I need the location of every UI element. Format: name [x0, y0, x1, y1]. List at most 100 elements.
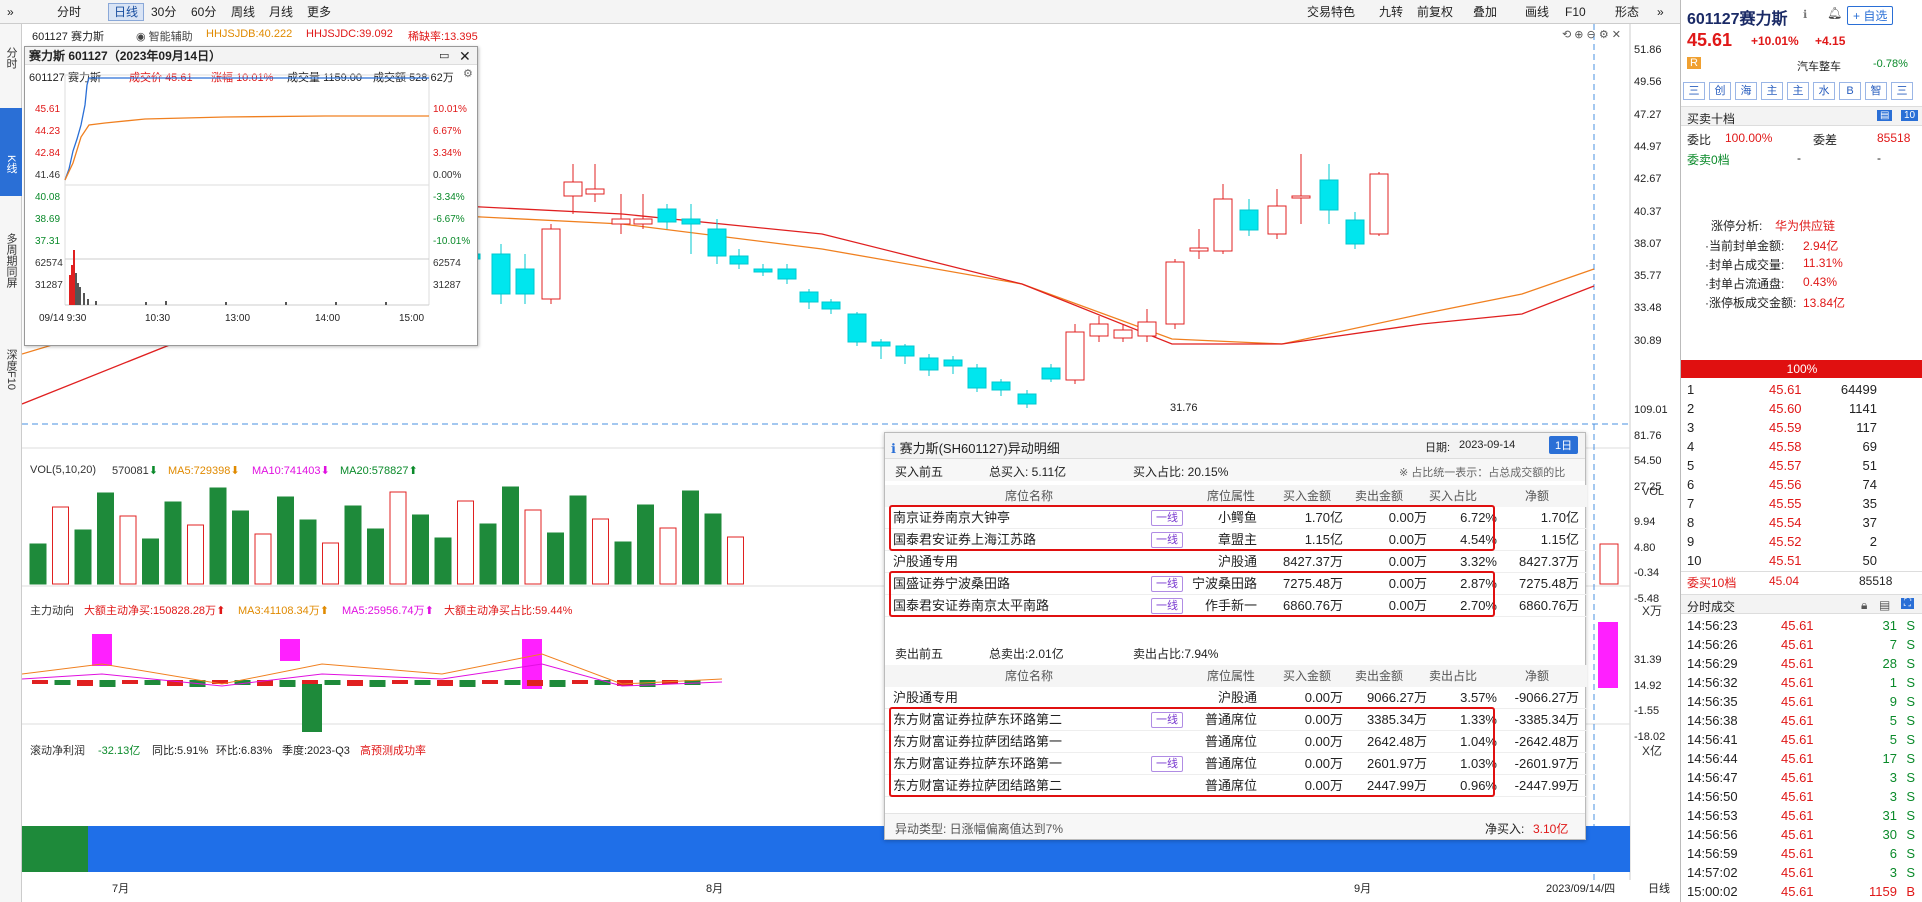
- highlight-box: [889, 571, 1495, 617]
- unusual-activity-popup: ℹ 赛力斯(SH601127)异动明细 日期: 2023-09-14 1日 买入…: [884, 432, 1587, 840]
- period-tab-30min[interactable]: 30分: [146, 3, 181, 21]
- period-tab-month[interactable]: 月线: [264, 3, 298, 21]
- intraday-right-axis-tick: 3.34%: [433, 148, 462, 159]
- period-tab-week[interactable]: 周线: [226, 3, 260, 21]
- chart-tool-icons[interactable]: ⟲ ⊕ ⊖ ⚙ ✕: [1562, 28, 1621, 41]
- tick-price: 45.61: [1781, 789, 1814, 804]
- bid-row[interactable]: 3 45.59 117: [1681, 418, 1922, 437]
- bid-row[interactable]: 4 45.58 69: [1681, 437, 1922, 456]
- bottom-day-tab[interactable]: 日线: [1648, 880, 1670, 896]
- side-tab-fenshi[interactable]: 分时: [0, 38, 22, 78]
- tick-row: 14:56:29 45.61 28 S: [1681, 654, 1922, 673]
- bid-price: 45.58: [1769, 439, 1802, 454]
- bid-qty: 69: [1862, 439, 1877, 454]
- volume-bar: [502, 486, 519, 585]
- adjust-dropdown[interactable]: 前复权: [1412, 3, 1458, 21]
- volume-bar: [434, 537, 452, 585]
- overlay-dropdown[interactable]: 叠加: [1468, 3, 1502, 21]
- bid-row[interactable]: 10 45.51 50: [1681, 551, 1922, 570]
- intraday-volume-bar: [225, 302, 227, 305]
- profit-prediction: 高预测成功率: [360, 745, 426, 757]
- minimize-icon[interactable]: ▭: [439, 49, 449, 62]
- book-list-icon[interactable]: ▤: [1877, 110, 1893, 121]
- column-header: 净额: [1525, 489, 1550, 503]
- change-abs: +4.15: [1815, 34, 1846, 48]
- sub-axis-tick: 31.39: [1634, 654, 1662, 666]
- popup-day-button[interactable]: 1日: [1549, 436, 1579, 454]
- flow-ma3: MA3:41108.34万⬆: [238, 605, 329, 617]
- info-icon[interactable]: ℹ: [1803, 8, 1807, 21]
- candle: [1291, 154, 1311, 224]
- bid-row[interactable]: 2 45.60 1141: [1681, 399, 1922, 418]
- lock-icon[interactable]: 🔒︎: [1861, 598, 1867, 613]
- bid-row[interactable]: 7 45.55 35: [1681, 494, 1922, 513]
- f10-dropdown[interactable]: F10: [1560, 3, 1591, 21]
- intraday-time-tick: 09/14 9:30: [39, 313, 87, 324]
- sub-axis-tick: 109.01: [1634, 404, 1668, 416]
- vol-ma20: MA20:578827⬆: [340, 465, 418, 477]
- collapse-icon[interactable]: »: [2, 3, 19, 21]
- volume-bar: [29, 543, 47, 585]
- tick-expand-icon[interactable]: ⛶: [1901, 598, 1914, 609]
- profit-quarter: 季度:2023-Q3: [282, 745, 350, 757]
- quote-tab[interactable]: 海: [1735, 82, 1757, 100]
- tick-row: 14:56:47 45.61 3 S: [1681, 768, 1922, 787]
- bid-row[interactable]: 5 45.57 51: [1681, 456, 1922, 475]
- sub-axis-tick: -0.34: [1634, 567, 1660, 579]
- period-tab-day[interactable]: 日线: [108, 3, 145, 21]
- draw-line-button[interactable]: 画线: [1520, 3, 1554, 21]
- close-icon[interactable]: ✕: [459, 48, 471, 65]
- expand-icon[interactable]: »: [1652, 3, 1669, 21]
- bid-row[interactable]: 9 45.52 2: [1681, 532, 1922, 551]
- quote-tab[interactable]: 智: [1865, 82, 1887, 100]
- quote-tab[interactable]: 三: [1891, 82, 1913, 100]
- side-tab-depth-f10[interactable]: 深度F10: [0, 324, 22, 414]
- quote-tab[interactable]: 创: [1709, 82, 1731, 100]
- period-tab-more[interactable]: 更多: [302, 3, 336, 21]
- limit-analysis-value[interactable]: 华为供应链: [1775, 217, 1835, 234]
- intraday-right-axis-tick: 0.00%: [433, 170, 462, 181]
- bid-row[interactable]: 1 45.61 64499: [1681, 380, 1922, 399]
- book-ten-toggle[interactable]: 10: [1901, 110, 1919, 121]
- tick-row: 14:56:41 45.61 5 S: [1681, 730, 1922, 749]
- book-title: 买卖十档: [1687, 112, 1736, 126]
- bell-icon[interactable]: 🔔︎: [1827, 6, 1842, 20]
- sell-zero-price: -: [1797, 151, 1801, 165]
- intraday-volume-bar: [77, 283, 79, 305]
- quote-tab[interactable]: B: [1839, 82, 1861, 100]
- weibi-label: 委比: [1687, 133, 1712, 147]
- add-watchlist-button[interactable]: + 自选: [1847, 6, 1894, 25]
- side-tab-kline[interactable]: K线: [0, 108, 22, 196]
- sub-axis-tick: 81.76: [1634, 429, 1662, 442]
- bid-row[interactable]: 6 45.56 74: [1681, 475, 1922, 494]
- bid-level: 10: [1687, 553, 1702, 568]
- nine-turn-button[interactable]: 九转: [1374, 3, 1408, 21]
- sector-name[interactable]: 汽车整车: [1797, 58, 1841, 74]
- period-tab-fenshi[interactable]: 分时: [52, 3, 86, 21]
- indicator-scarcity: 稀缺率:13.395: [408, 31, 478, 43]
- pattern-button[interactable]: 形态: [1610, 3, 1644, 21]
- activity-type: 异动类型: 日涨幅偏离值达到7%: [895, 822, 1064, 836]
- period-tab-60min[interactable]: 60分: [186, 3, 221, 21]
- limit-stat-label: ·封单占流通盘:: [1705, 277, 1785, 291]
- trade-feature-dropdown[interactable]: 交易特色: [1302, 3, 1360, 21]
- quote-tab[interactable]: 主: [1787, 82, 1809, 100]
- seat-row[interactable]: 沪股通专用 沪股通 0.00万 9066.27万 3.57% -9066.27万: [885, 687, 1587, 709]
- flow-ma5: MA5:25956.74万⬆: [342, 605, 434, 617]
- bid-row[interactable]: 8 45.54 37: [1681, 513, 1922, 532]
- tick-row: 14:56:59 45.61 6 S: [1681, 844, 1922, 863]
- tick-list-icon[interactable]: ▤: [1879, 598, 1890, 612]
- flow-ratio: 大额主动净买占比:59.44%: [444, 605, 573, 617]
- smart-assist-toggle[interactable]: ◉ 智能辅助: [136, 28, 193, 44]
- intraday-right-axis-tick: 62574: [433, 258, 461, 269]
- quote-tab[interactable]: 主: [1761, 82, 1783, 100]
- side-tab-multi-period[interactable]: 多周期同屏: [0, 220, 22, 300]
- r-badge: R: [1687, 57, 1701, 69]
- intraday-title: 赛力斯 601127（2023年09月14日）: [25, 47, 477, 65]
- popup-date: 2023-09-14: [1459, 439, 1516, 451]
- quote-tab[interactable]: 三: [1683, 82, 1705, 100]
- bid-level: 8: [1687, 515, 1695, 530]
- quote-tab[interactable]: 水: [1813, 82, 1835, 100]
- seat-row[interactable]: 沪股通专用 沪股通 8427.37万 0.00万 3.32% 8427.37万: [885, 551, 1587, 573]
- candle: [799, 289, 819, 309]
